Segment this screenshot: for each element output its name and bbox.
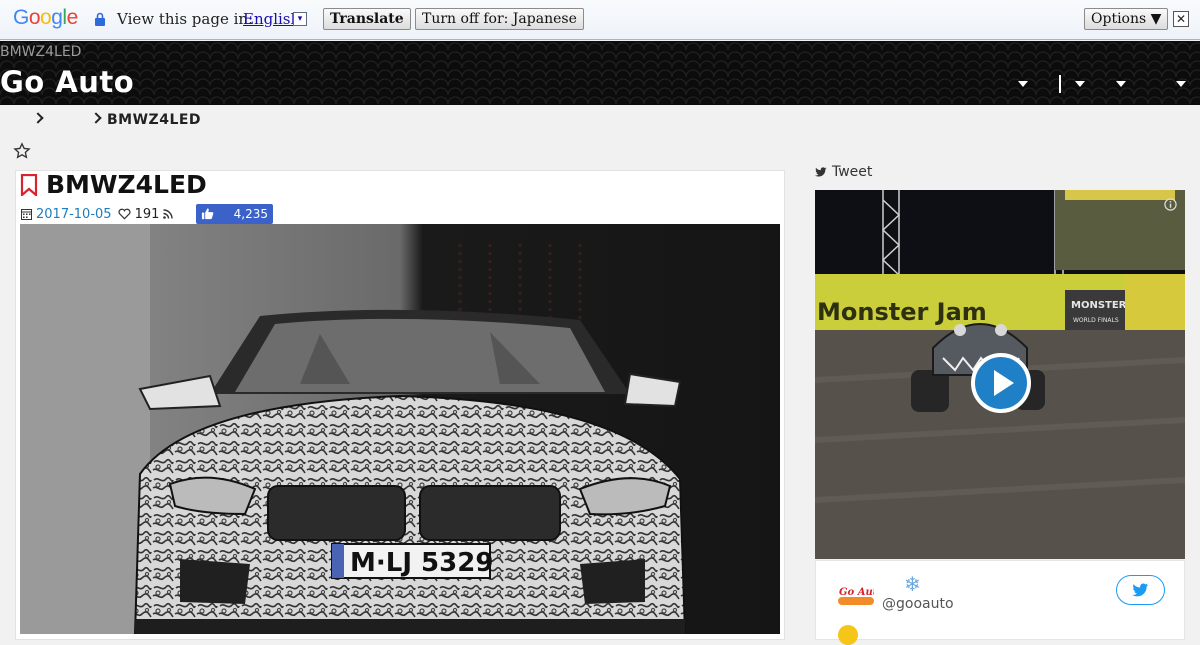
nav-dropdown-icon-3[interactable] <box>1116 81 1126 87</box>
star-icon[interactable] <box>13 142 31 160</box>
close-icon[interactable]: ✕ <box>1173 11 1189 27</box>
site-title[interactable]: Go Auto <box>0 65 134 99</box>
twitter-follow-button[interactable] <box>1116 575 1165 605</box>
site-subtitle: BMWZ4LED <box>0 44 82 60</box>
options-button[interactable]: Options ▼ <box>1084 8 1169 30</box>
bookmark-icon <box>20 174 38 196</box>
view-page-label: View this page in: <box>117 10 254 28</box>
like-count: 4,235 <box>233 207 268 221</box>
emoji-icon <box>838 625 858 645</box>
language-dropdown-icon[interactable]: ▾ <box>293 12 307 26</box>
like-button[interactable]: 4,235 <box>196 204 273 224</box>
go-auto-logo[interactable]: Go Auto <box>838 581 874 609</box>
thumbs-up-icon <box>201 208 214 220</box>
tweet-label: Tweet <box>832 164 873 180</box>
arena-banner-text: Monster Jam <box>817 298 987 326</box>
nav-divider <box>1059 75 1061 93</box>
play-icon[interactable] <box>971 353 1031 413</box>
chevron-right-icon <box>32 112 44 124</box>
heart-icon[interactable] <box>118 208 131 220</box>
language-select[interactable]: English <box>243 10 300 28</box>
article-date[interactable]: 2017-10-05 <box>36 207 112 222</box>
lock-icon <box>95 12 105 26</box>
rss-icon[interactable] <box>163 209 174 219</box>
calendar-icon <box>21 209 32 220</box>
google-logo: Google <box>13 6 78 29</box>
license-plate: M·LJ 5329 <box>350 548 493 578</box>
breadcrumb-current[interactable]: BMWZ4LED <box>107 112 201 128</box>
nav-dropdown-icon-1[interactable] <box>1018 81 1028 87</box>
go-auto-logo-text: Go Auto <box>839 587 874 598</box>
article-title: BMWZ4LED <box>46 170 207 199</box>
translate-button[interactable]: Translate <box>323 8 411 30</box>
nav-dropdown-icon-4[interactable] <box>1176 81 1186 87</box>
article-meta: 2017-10-05 191 <box>21 205 174 223</box>
chevron-right-icon <box>90 112 102 124</box>
twitter-bird-icon <box>815 167 827 177</box>
info-icon[interactable] <box>1164 198 1177 211</box>
breadcrumb: BMWZ4LED <box>0 105 1200 135</box>
snowflake-icon: ❄ <box>904 572 921 596</box>
twitter-handle[interactable]: @gooauto <box>882 596 954 612</box>
twitter-card: Go Auto ❄ @gooauto <box>815 560 1185 645</box>
site-header: BMWZ4LED Go Auto <box>0 41 1200 105</box>
event-logo-sub: WORLD FINALS <box>1073 317 1119 324</box>
translate-bar: Google View this page in: English ▾ Tran… <box>0 0 1200 40</box>
twitter-bird-icon <box>1132 583 1149 597</box>
article-card: BMWZ4LED 2017-10-05 191 4,235 M·LJ 5329 <box>15 170 785 640</box>
favorite-count: 191 <box>134 206 160 222</box>
turn-off-button[interactable]: Turn off for: Japanese <box>415 8 584 30</box>
video-player[interactable]: Monster Jam MONSTER JAM WORLD FINALS <box>815 190 1185 559</box>
tweet-link[interactable]: Tweet <box>815 164 872 180</box>
article-photo[interactable]: M·LJ 5329 <box>20 224 780 634</box>
nav-dropdown-icon-2[interactable] <box>1075 81 1085 87</box>
